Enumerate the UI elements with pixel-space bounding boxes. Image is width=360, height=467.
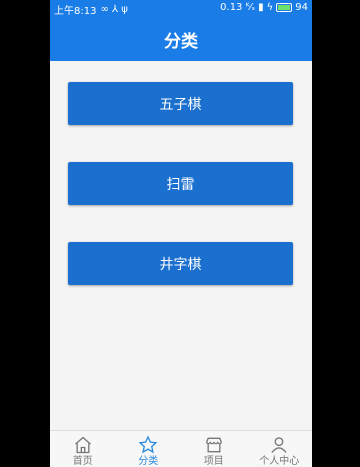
tab-projects-label: 项目 [203, 456, 224, 467]
store-icon [205, 437, 222, 453]
tab-home[interactable]: 首页 [50, 431, 116, 467]
tab-profile[interactable]: 个人中心 [247, 431, 313, 467]
status-time: 上午8:13 [54, 6, 97, 17]
tab-profile-label: 个人中心 [259, 456, 300, 467]
charging-icon: ϟ [266, 2, 274, 13]
tab-home-label: 首页 [72, 456, 93, 467]
category-gomoku-button[interactable]: 五子棋 [68, 82, 293, 125]
tab-projects[interactable]: 项目 [181, 431, 247, 467]
app-bar: 分类 [50, 17, 312, 61]
tab-category-label: 分类 [138, 456, 159, 467]
tab-category[interactable]: 分类 [116, 431, 182, 467]
star-icon [138, 435, 158, 454]
app-screen: 上午8:13 ∞ ⅄ ψ 0.13 ᴷ⁄ₛ ▮ ϟ 94 分类 五子棋 扫雷 井… [50, 0, 312, 467]
battery-level: 94 [295, 2, 308, 13]
net-speed: 0.13 ᴷ⁄ₛ [220, 2, 256, 13]
battery-icon [276, 3, 293, 12]
person-icon [271, 437, 287, 453]
page-title: 分类 [164, 31, 198, 52]
status-bar: 上午8:13 ∞ ⅄ ψ 0.13 ᴷ⁄ₛ ▮ ϟ 94 [50, 0, 312, 17]
category-tictactoe-button[interactable]: 井字棋 [68, 242, 293, 285]
status-extra-icons: ∞ ⅄ ψ [100, 4, 128, 15]
home-icon [74, 436, 91, 454]
bottom-tab-bar: 首页 分类 项目 个人中心 [50, 430, 312, 467]
category-minesweeper-button[interactable]: 扫雷 [68, 162, 293, 205]
signal-icon: ▮ [258, 2, 264, 13]
